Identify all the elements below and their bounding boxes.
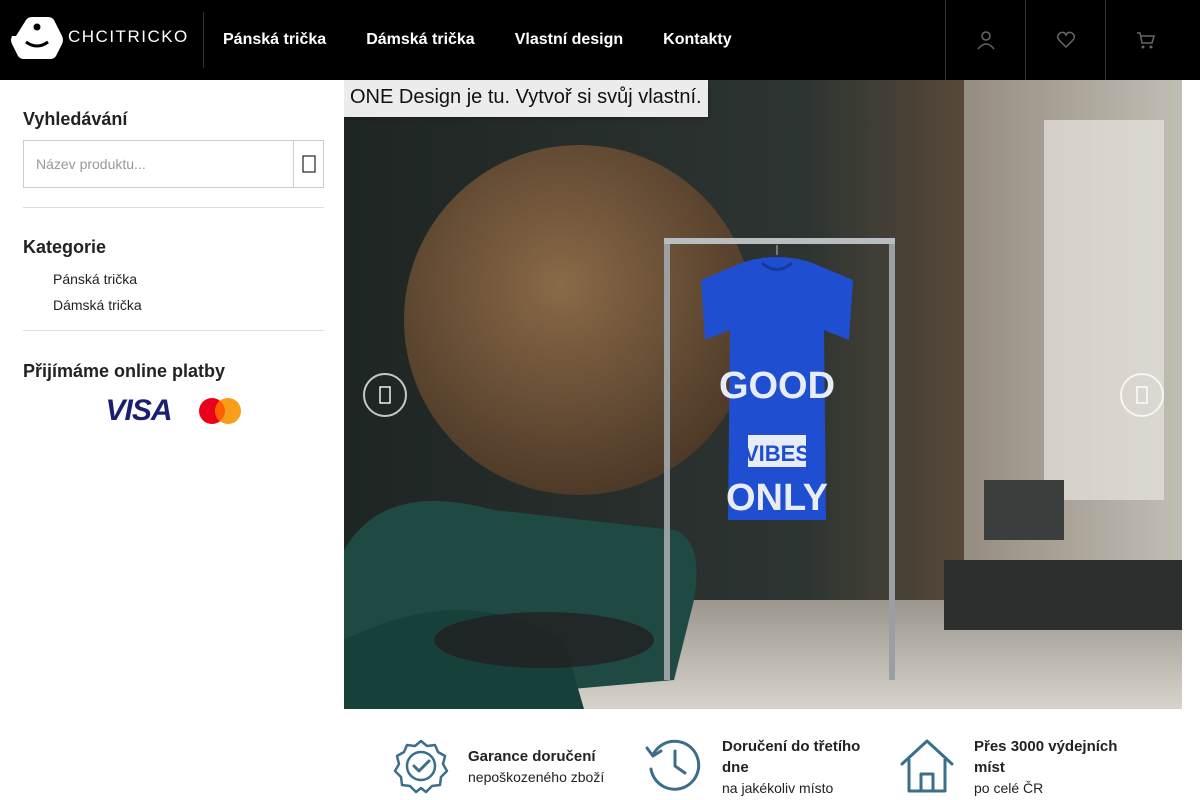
- categories-heading: Kategorie: [23, 237, 107, 257]
- tag-logo-icon: [11, 17, 63, 59]
- feature-fast-delivery: Doručení do třetího dne na jakékoliv mís…: [644, 736, 872, 798]
- sidebar: Vyhledávání Kategorie Pánská trička Dáms…: [23, 80, 324, 428]
- category-link-mens[interactable]: Pánská trička: [53, 271, 324, 297]
- search-button[interactable]: [293, 141, 323, 187]
- feature-delivery-guarantee: Garance doručení nepoškozeného zboží: [392, 738, 604, 794]
- cart-icon: [1136, 32, 1155, 49]
- account-button[interactable]: [945, 0, 1025, 80]
- logo-wordmark: CHCITRICKO: [68, 27, 189, 46]
- hero-slider[interactable]: GOOD VIBES ONLY ONE Design je tu. Vytvoř…: [344, 80, 1182, 709]
- feature-subtitle: po celé ČR: [974, 780, 1044, 796]
- feature-subtitle: nepoškozeného zboží: [468, 769, 605, 785]
- clock-history-icon: [645, 739, 701, 791]
- nav-mens-tshirts[interactable]: Pánská trička: [223, 31, 326, 49]
- top-navigation-bar: CHCITRICKO Pánská trička Dámská trička V…: [0, 0, 1200, 80]
- header-actions: [945, 0, 1185, 80]
- main-menu: Pánská trička Dámská trička Vlastní desi…: [223, 0, 772, 80]
- house-icon: [900, 739, 954, 793]
- heart-icon: [1056, 31, 1075, 49]
- slider-next-button[interactable]: [1120, 373, 1164, 417]
- search-heading: Vyhledávání: [23, 109, 128, 129]
- payment-logos: VISA: [23, 394, 324, 428]
- visa-logo: VISA: [105, 394, 172, 427]
- search-form: [23, 140, 324, 188]
- header-divider: [203, 12, 204, 68]
- sidebar-divider: [23, 330, 324, 331]
- badge-check-icon: [393, 739, 449, 794]
- cart-button[interactable]: [1105, 0, 1185, 80]
- chevron-left-icon: [379, 386, 391, 404]
- payments-heading: Přijímáme online platby: [23, 361, 226, 381]
- feature-title: Garance doručení: [468, 748, 596, 765]
- user-icon: [976, 31, 995, 50]
- feature-subtitle: na jakékoliv místo: [722, 780, 834, 796]
- category-list: Pánská trička Dámská trička: [23, 271, 324, 323]
- nav-contacts[interactable]: Kontakty: [663, 31, 731, 49]
- shirt-print-line-3: ONLY: [726, 477, 828, 519]
- shirt-print-line-1: GOOD: [719, 365, 835, 407]
- category-link-womens[interactable]: Dámská trička: [53, 297, 324, 323]
- hero-caption: ONE Design je tu. Vytvoř si svůj vlastní…: [344, 80, 708, 117]
- feature-pickup-points: Přes 3000 výdejních míst po celé ČR: [898, 736, 1134, 798]
- chevron-right-icon: [1136, 386, 1148, 404]
- hero-image: GOOD VIBES ONLY: [344, 80, 1182, 709]
- feature-title: Přes 3000 výdejních míst: [974, 738, 1118, 776]
- search-input[interactable]: [24, 141, 293, 187]
- site-logo[interactable]: CHCITRICKO: [10, 14, 190, 60]
- search-icon: [301, 155, 316, 173]
- wishlist-button[interactable]: [1025, 0, 1105, 80]
- shirt-print-line-2: VIBES: [744, 441, 810, 466]
- nav-womens-tshirts[interactable]: Dámská trička: [366, 31, 475, 49]
- slider-prev-button[interactable]: [363, 373, 407, 417]
- nav-custom-design[interactable]: Vlastní design: [515, 31, 623, 49]
- feature-title: Doručení do třetího dne: [722, 738, 861, 776]
- mastercard-logo-icon: [198, 398, 241, 424]
- sidebar-divider: [23, 207, 324, 208]
